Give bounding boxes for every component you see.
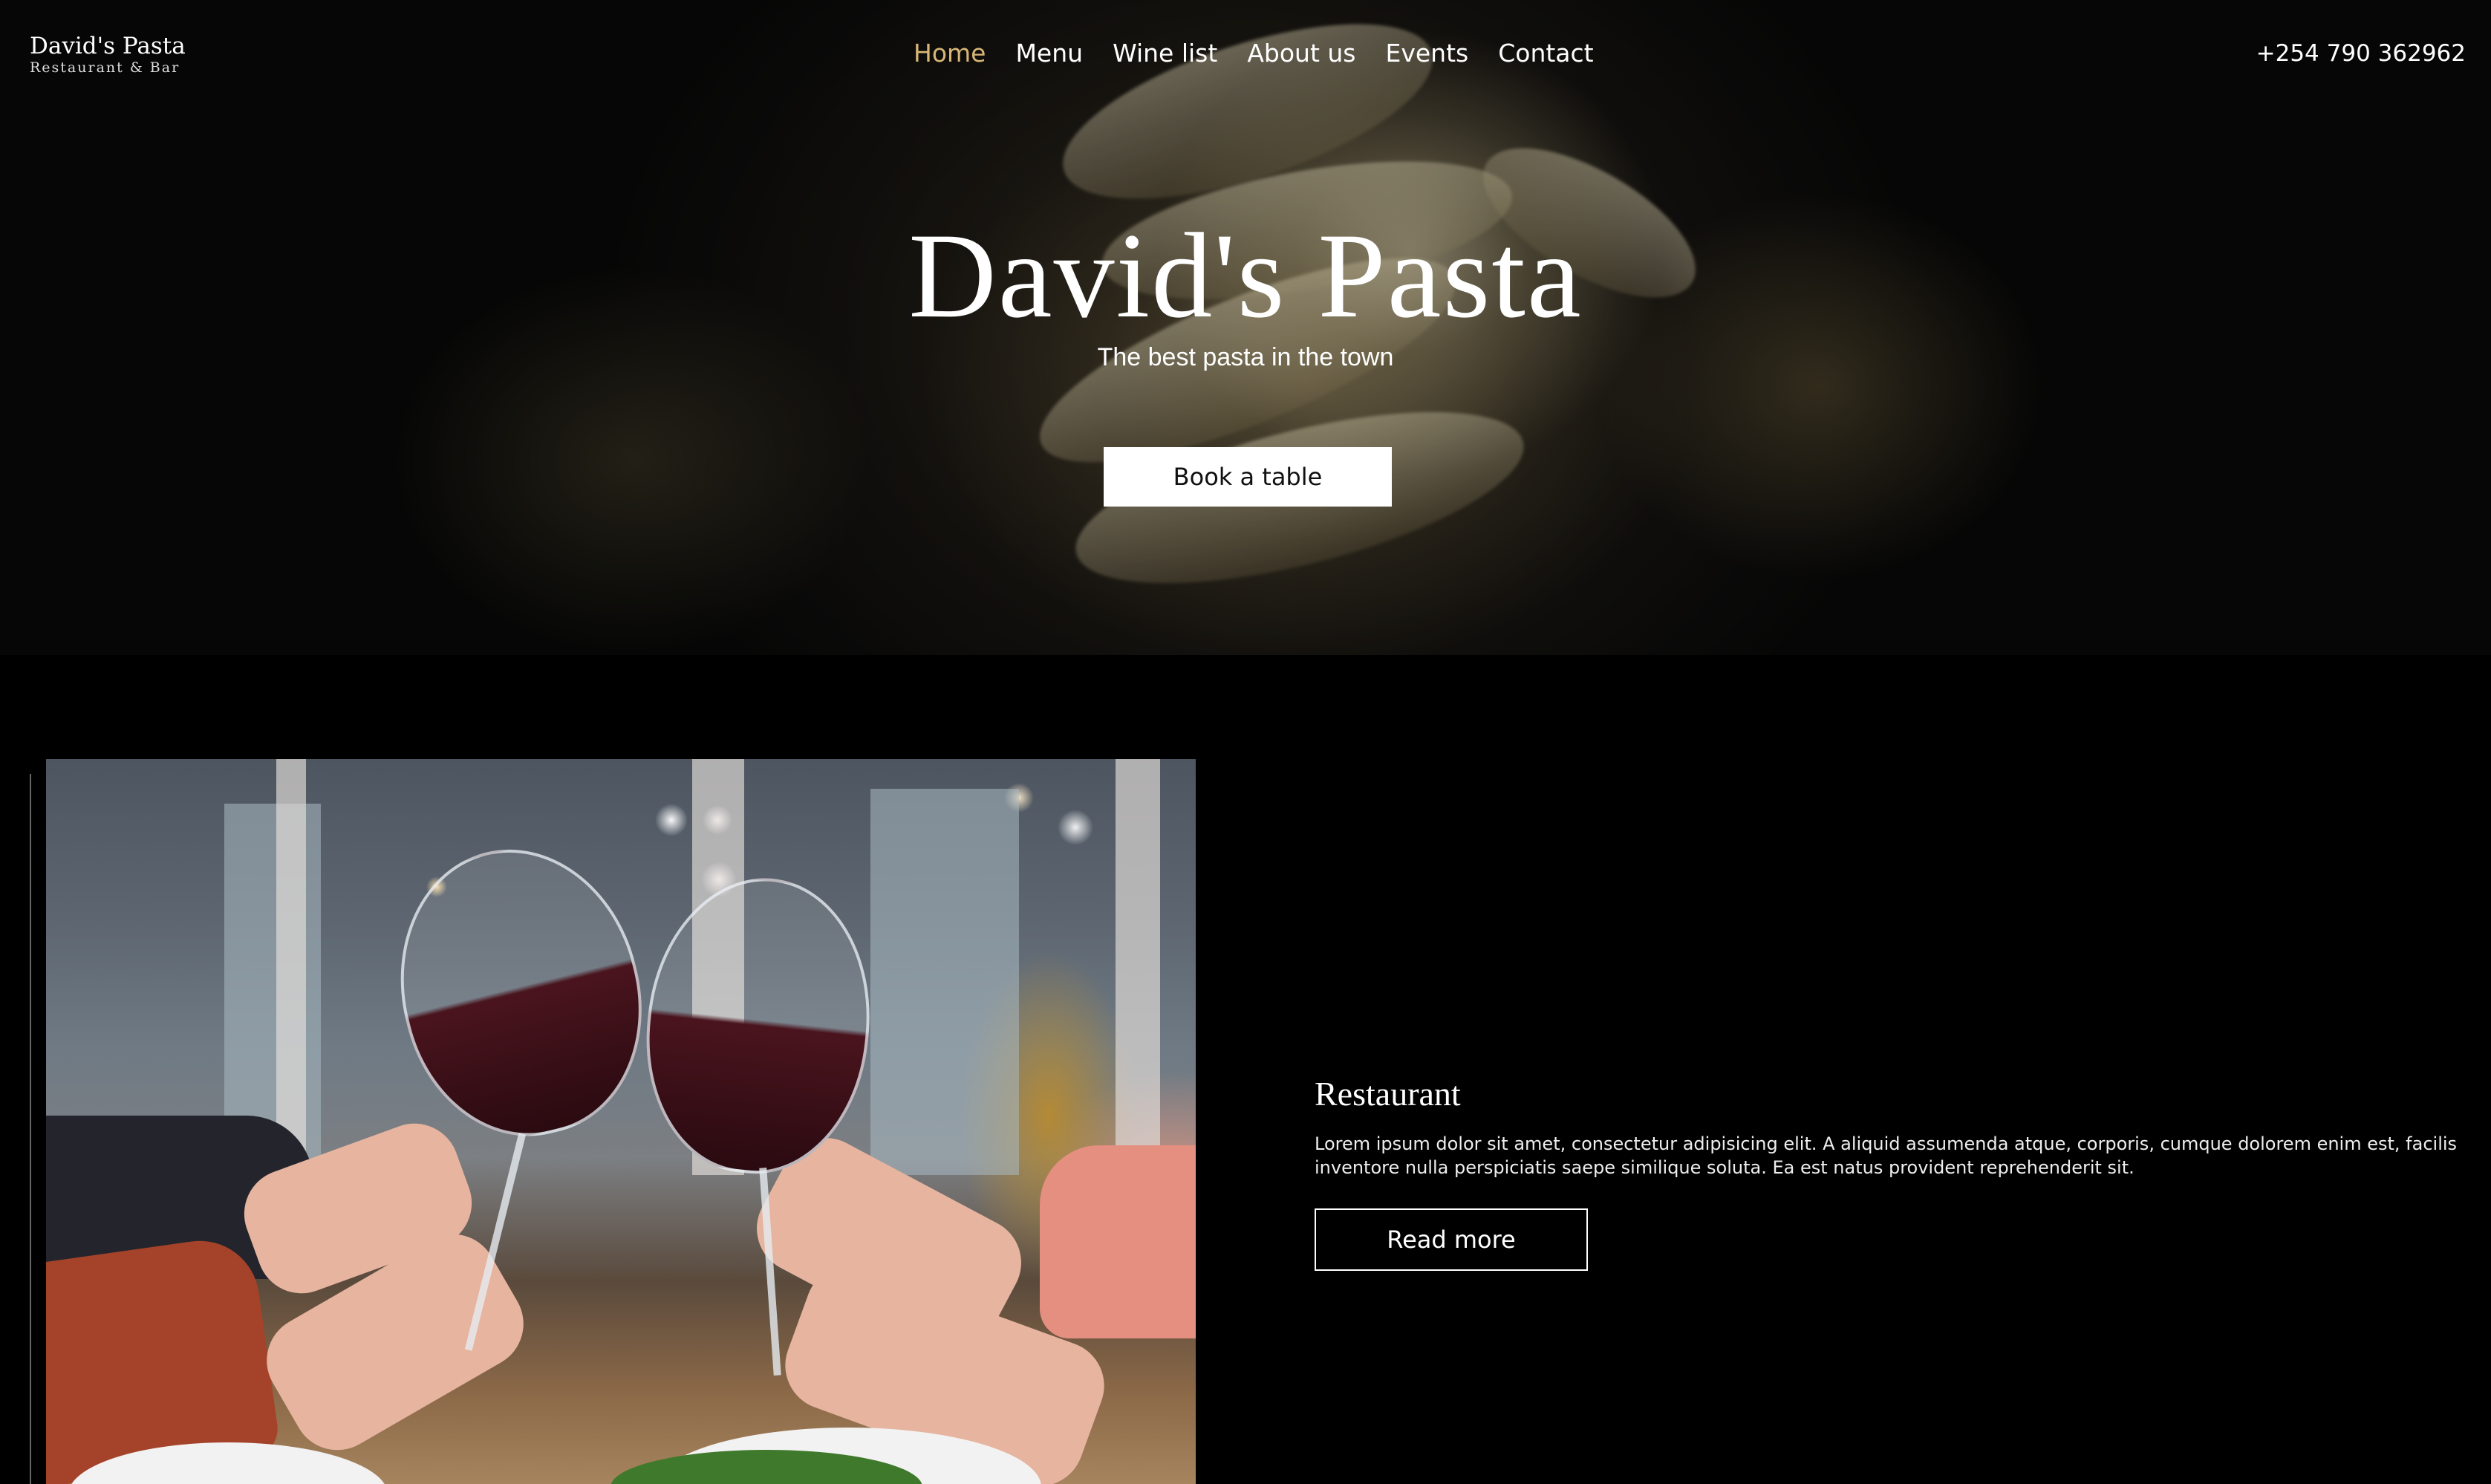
photo-detail <box>371 824 671 1161</box>
nav-link-events[interactable]: Events <box>1385 39 1468 68</box>
nav-item-home: Home <box>914 39 986 68</box>
phone-number[interactable]: +254 790 362962 <box>2256 40 2466 67</box>
nav-item-menu: Menu <box>1015 39 1083 68</box>
photo-detail <box>1116 759 1160 1145</box>
nav-link-about-us[interactable]: About us <box>1247 39 1355 68</box>
photo-detail <box>1040 1145 1196 1338</box>
restaurant-photo <box>46 759 1196 1484</box>
hero-subtitle: The best pasta in the town <box>1097 343 1394 371</box>
nav-item-events: Events <box>1385 39 1468 68</box>
nav-item-contact: Contact <box>1498 39 1593 68</box>
photo-detail <box>870 789 1019 1175</box>
brand-tagline: Restaurant & Bar <box>30 59 180 76</box>
hero-section: David's Pasta Restaurant & Bar Home Menu… <box>0 0 2491 655</box>
main-nav: Home Menu Wine list About us Events Cont… <box>914 39 1594 68</box>
nav-item-about-us: About us <box>1247 39 1355 68</box>
restaurant-heading: Restaurant <box>1315 1075 1461 1113</box>
section-divider-line <box>30 774 31 1484</box>
brand-name: David's Pasta <box>30 33 186 59</box>
nav-link-home[interactable]: Home <box>914 39 986 68</box>
book-table-button[interactable]: Book a table <box>1104 447 1392 507</box>
nav-link-menu[interactable]: Menu <box>1015 39 1083 68</box>
hero-title: David's Pasta <box>908 209 1583 343</box>
brand-logo[interactable]: David's Pasta Restaurant & Bar <box>30 33 186 76</box>
photo-detail <box>633 867 884 1185</box>
top-navigation-bar: David's Pasta Restaurant & Bar Home Menu… <box>0 0 2491 111</box>
nav-link-contact[interactable]: Contact <box>1498 39 1593 68</box>
nav-item-wine-list: Wine list <box>1113 39 1217 68</box>
restaurant-description: Lorem ipsum dolor sit amet, consectetur … <box>1315 1133 2458 1178</box>
nav-link-wine-list[interactable]: Wine list <box>1113 39 1217 68</box>
read-more-button[interactable]: Read more <box>1315 1208 1588 1271</box>
